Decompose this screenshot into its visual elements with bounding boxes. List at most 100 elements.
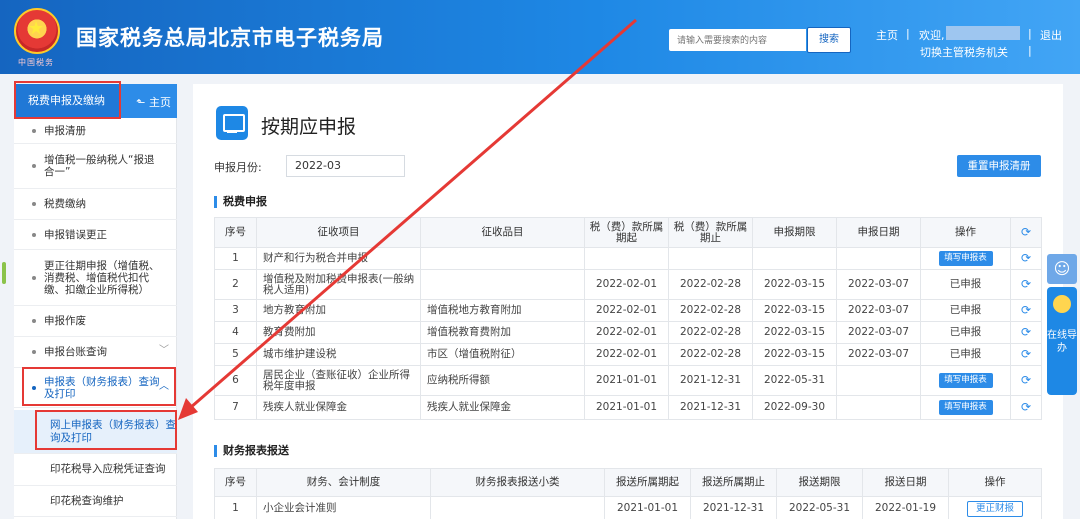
column-header: 税（费）款所属期止 [668,217,753,248]
period-input[interactable]: 2022-03 [286,155,405,177]
sidebar-subitem-stamp-import[interactable]: 印花税导入应税凭证查询 [14,454,177,486]
tax-emblem-icon: ★ [14,8,60,54]
home-link[interactable]: 主页 [876,27,898,43]
main-panel: 按期应申报 申报月份: 2022-03 重置申报清册 税费申报 序号 征收项目 … [193,84,1063,519]
chevron-up-icon: ︿ [159,380,169,392]
refresh-icon[interactable]: ⟳ [1010,269,1042,300]
cell-deadline: 2022-05-31 [776,496,863,519]
sidebar-subitem-label: 印花税查询维护 [50,494,124,507]
table-row: 2 增值税及附加税费申报表(一般纳税人适用) 2022-02-01 2022-0… [214,269,1042,300]
cell-item: 地方教育附加 [256,299,421,322]
cell-item: 居民企业（查账征收）企业所得税年度申报 [256,365,421,396]
table-row: 1 财产和行为税合并申报 填写申报表 ⟳ [214,247,1042,270]
welcome-text: 欢迎, [919,29,945,42]
cell-no: 3 [214,299,257,322]
sidebar-scroll-handle[interactable] [2,262,6,284]
status-declared: 已申报 [920,269,1011,300]
fill-form-button[interactable]: 填写申报表 [938,251,993,266]
sidebar: 税费申报及缴纳 ⬑ 主页 申报清册 增值税一般纳税人“报退合一” 税费缴纳 申报… [14,84,177,519]
bullet-icon [32,202,36,206]
column-header: 财务报表报送小类 [430,468,605,497]
refresh-icon[interactable]: ⟳ [1010,321,1042,344]
cell-item: 财产和行为税合并申报 [256,247,421,270]
sidebar-home-button[interactable]: ⬑ 主页 [136,94,171,110]
back-arrow-icon: ⬑ [136,96,149,109]
online-guide-widget[interactable]: 在线导办 [1047,287,1077,395]
sidebar-subitem-online-report[interactable]: 网上申报表（财务报表）查询及打印 [14,410,177,454]
cell-system: 小企业会计准则 [256,496,431,519]
cell-sub: 增值税教育费附加 [420,321,585,344]
correct-report-button[interactable]: 更正财报 [967,500,1023,517]
sidebar-item-label: 申报表（财务报表）查询及打印 [44,375,160,400]
cell-start: 2022-02-01 [584,321,669,344]
cell-no: 6 [214,365,257,396]
sidebar-header: 税费申报及缴纳 ⬑ 主页 [14,84,177,118]
bullet-icon [32,128,36,133]
reset-declaration-button[interactable]: 重置申报清册 [957,155,1041,177]
sidebar-item-tax-payment[interactable]: 税费缴纳 [14,189,177,220]
cell-start: 2021-01-01 [584,365,669,396]
sidebar-home-label: 主页 [149,96,171,109]
sidebar-item-vat-combined[interactable]: 增值税一般纳税人“报退合一” [14,144,177,189]
column-header: 报送所属期起 [604,468,691,497]
fill-form-button[interactable]: 填写申报表 [938,400,993,415]
user-service-icon[interactable]: ☺ [1047,254,1077,284]
refresh-icon[interactable]: ⟳ [1010,343,1042,366]
cell-deadline: 2022-03-15 [752,299,837,322]
refresh-icon[interactable]: ⟳ [1010,247,1042,270]
search-input[interactable] [669,29,806,51]
cell-sub: 应纳税所得额 [420,365,585,396]
switch-authority-link[interactable]: 切换主管税务机关 [920,44,1008,60]
header-separator: | [1028,44,1032,57]
cell-deadline: 2022-03-15 [752,269,837,300]
fill-form-button[interactable]: 填写申报表 [938,373,993,388]
refresh-all-icon[interactable]: ⟳ [1010,217,1042,248]
column-header: 申报日期 [836,217,921,248]
sidebar-item-past-correction[interactable]: 更正往期申报（增值税、消费税、增值税代扣代缴、扣缴企业所得税） [14,250,177,306]
sidebar-item-void[interactable]: 申报作废 [14,306,177,337]
column-header: 财务、会计制度 [256,468,431,497]
bullet-icon [32,350,36,354]
refresh-icon[interactable]: ⟳ [1010,365,1042,396]
cell-date: 2022-03-07 [836,343,921,366]
cell-date [836,365,921,396]
sidebar-item-label: 申报错误更正 [44,228,107,241]
cell-end: 2022-02-28 [668,269,753,300]
sidebar-item-ledger-query[interactable]: 申报台账查询 ﹀ [14,337,177,368]
sidebar-subitem-stamp-maintain[interactable]: 印花税查询维护 [14,486,177,517]
sidebar-subitem-label: 印花税导入应税凭证查询 [50,463,166,475]
sidebar-item-label: 增值税一般纳税人“报退合一” [44,154,155,178]
cell-end: 2021-12-31 [690,496,777,519]
cell-date: 2022-03-07 [836,299,921,322]
logout-link[interactable]: 退出 [1040,27,1062,43]
sidebar-item-label: 更正往期申报（增值税、消费税、增值税代扣代缴、扣缴企业所得税） [44,259,160,296]
cell-date [836,395,921,420]
cell-deadline [752,247,837,270]
column-header: 征收项目 [256,217,421,248]
sidebar-item-declaration-list[interactable]: 申报清册 [14,118,177,144]
bullet-icon [32,385,36,390]
header-separator: | [1028,27,1032,40]
sidebar-item-error-correction[interactable]: 申报错误更正 [14,220,177,250]
sidebar-item-report-print[interactable]: 申报表（财务报表）查询及打印 ︿ [14,368,177,408]
top-header: ★ 中国税务 国家税务总局北京市电子税务局 搜索 主页 | 欢迎, | 退出 切… [0,0,1080,74]
refresh-icon[interactable]: ⟳ [1010,395,1042,420]
refresh-icon[interactable]: ⟳ [1010,299,1042,322]
sidebar-title[interactable]: 税费申报及缴纳 [16,84,120,118]
tax-section-title: 税费申报 [214,196,267,208]
bullet-icon [32,164,36,168]
site-title: 国家税务总局北京市电子税务局 [76,26,384,50]
cell-sub [420,247,585,270]
search-button[interactable]: 搜索 [807,27,851,53]
period-label: 申报月份: [214,161,262,174]
cell-sub: 市区（增值税附征） [420,343,585,366]
cell-date [836,247,921,270]
column-header: 操作 [948,468,1042,497]
table-row: 4 教育费附加 增值税教育费附加 2022-02-01 2022-02-28 2… [214,321,1042,344]
table-row: 5 城市维护建设税 市区（增值税附征） 2022-02-01 2022-02-2… [214,343,1042,366]
cell-end: 2022-02-28 [668,299,753,322]
bullet-icon [32,275,36,280]
cell-end [668,247,753,270]
cell-deadline: 2022-03-15 [752,343,837,366]
cell-deadline: 2022-03-15 [752,321,837,344]
